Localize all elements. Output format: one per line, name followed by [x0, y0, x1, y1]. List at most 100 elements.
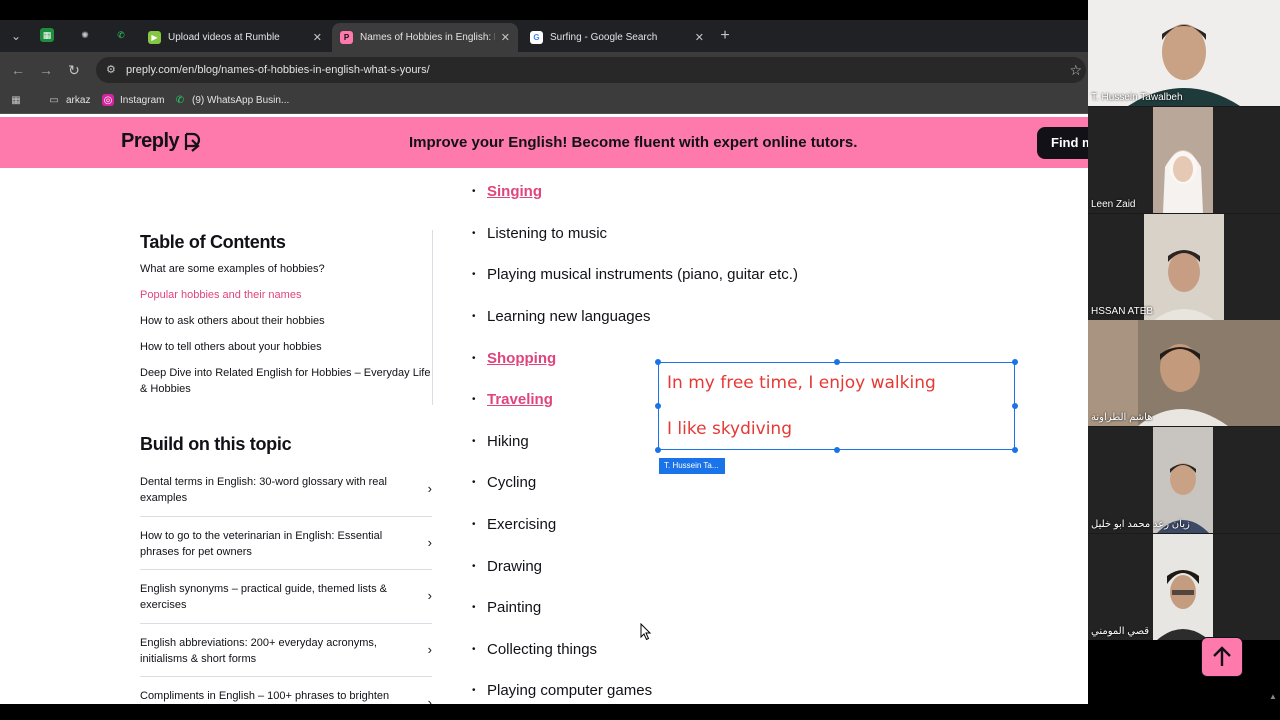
bookmark-star-icon[interactable]: ☆ — [1069, 62, 1082, 79]
table-of-contents: Table of Contents What are some examples… — [140, 232, 432, 407]
tab-rumble[interactable]: ▶ Upload videos at Rumble ✕ — [140, 23, 330, 52]
reload-icon[interactable]: ↻ — [64, 60, 84, 80]
resize-handle[interactable] — [834, 359, 840, 365]
participant-name: T. Hussein Tawalbeh — [1091, 92, 1183, 103]
close-icon[interactable]: ✕ — [313, 31, 322, 44]
preply-logo-mark-icon — [185, 132, 201, 152]
list-item[interactable]: • Singing — [472, 171, 872, 213]
participant-tile[interactable]: HSSAN ATEB — [1088, 214, 1280, 320]
resize-handle[interactable] — [1012, 403, 1018, 409]
banner-message: Improve your English! Become fluent with… — [409, 134, 858, 151]
participant-video — [1153, 107, 1213, 213]
participant-name: Leen Zaid — [1091, 199, 1136, 210]
preply-logo[interactable]: Preply — [121, 130, 201, 153]
chatgpt-icon[interactable]: ✺ — [78, 28, 92, 42]
list-item: • Listening to music — [472, 224, 608, 242]
folder-icon: ▭ — [49, 94, 59, 106]
hobby-link[interactable]: Shopping — [487, 350, 556, 367]
related-article-link[interactable]: English abbreviations: 200+ everyday acr… — [140, 624, 432, 677]
toc-item[interactable]: How to ask others about their hobbies — [140, 313, 432, 329]
toc-item[interactable]: What are some examples of hobbies? — [140, 261, 432, 277]
list-item: • Playing musical instruments (piano, gui… — [472, 266, 798, 284]
apps-icon[interactable]: ▦ — [10, 94, 28, 106]
instagram-icon: ◎ — [102, 94, 114, 106]
preply-icon: P — [340, 31, 353, 44]
participant-tile[interactable]: زيان رعد محمد ابو خليل — [1088, 427, 1280, 533]
new-tab-button[interactable]: + — [715, 26, 735, 46]
participant-video — [1088, 320, 1280, 426]
participant-name: هاشم الطراونة — [1091, 412, 1153, 423]
hobby-link[interactable]: Singing — [487, 183, 542, 200]
site-info-icon[interactable]: ⚙ — [106, 63, 119, 76]
build-on-topic: Build on this topic Dental terms in Engl… — [140, 434, 432, 704]
list-item: • Playing computer games — [472, 682, 653, 700]
video-participants-panel: T. Hussein Tawalbeh Leen Zaid HSSAN ATEB… — [1088, 0, 1280, 640]
build-heading: Build on this topic — [140, 434, 292, 454]
toc-item[interactable]: How to tell others about your hobbies — [140, 339, 432, 355]
resize-handle[interactable] — [1012, 447, 1018, 453]
scrollbar-arrow-icon[interactable]: ▲ — [1269, 692, 1277, 701]
participant-video — [1153, 534, 1213, 640]
toc-divider — [432, 230, 433, 405]
bookmark-arkaz[interactable]: ▭ arkaz — [48, 94, 90, 106]
chevron-right-icon: › — [427, 534, 432, 550]
forward-icon[interactable]: → — [36, 60, 56, 80]
close-icon[interactable]: ✕ — [501, 31, 510, 44]
list-item: • Learning new languages — [472, 308, 651, 326]
toc-item[interactable]: Deep Dive into Related English for Hobbi… — [140, 365, 432, 397]
related-article-link[interactable]: Dental terms in English: 30-word glossar… — [140, 463, 432, 517]
participant-name: زيان رعد محمد ابو خليل — [1091, 519, 1190, 530]
list-item: • Drawing — [472, 557, 543, 575]
annotation-line: In my free time, I enjoy walking — [667, 373, 936, 393]
url-text: preply.com/en/blog/names-of-hobbies-in-e… — [126, 64, 430, 76]
participant-video — [1153, 427, 1213, 533]
whatsapp-icon[interactable]: ✆ — [114, 28, 128, 42]
bookmarks-bar: ▦ ▭ arkaz ◎ Instagram ✆ (9) WhatsApp Bus… — [0, 88, 1088, 114]
participant-tile[interactable]: Leen Zaid — [1088, 107, 1280, 213]
related-article-link[interactable]: How to go to the veterinarian in English… — [140, 517, 432, 570]
resize-handle[interactable] — [655, 403, 661, 409]
find-tutor-button[interactable]: Find my tutor — [1037, 127, 1088, 159]
arrow-up-icon — [1213, 646, 1231, 666]
resize-handle[interactable] — [655, 447, 661, 453]
list-item: • Collecting things — [472, 640, 598, 658]
participant-tile[interactable]: هاشم الطراونة — [1088, 320, 1280, 426]
resize-handle[interactable] — [655, 359, 661, 365]
related-article-link[interactable]: English synonyms – practical guide, them… — [140, 570, 432, 624]
chevron-right-icon: › — [427, 481, 432, 496]
back-icon[interactable]: ← — [8, 60, 28, 80]
promo-banner: Preply Improve your English! Become flue… — [0, 117, 1088, 168]
annotation-line: I like skydiving — [667, 419, 792, 439]
hobby-link[interactable]: Traveling — [487, 391, 553, 408]
participant-tile[interactable]: قصي المومني — [1088, 534, 1280, 640]
bookmark-whatsapp[interactable]: ✆ (9) WhatsApp Busin... — [174, 94, 289, 106]
chevron-right-icon: › — [427, 695, 432, 704]
scroll-to-top-button[interactable] — [1201, 637, 1243, 677]
tab-preply[interactable]: P Names of Hobbies in English: List ✕ — [332, 23, 518, 52]
rumble-icon: ▶ — [148, 31, 161, 44]
google-icon: G — [530, 31, 543, 44]
chevron-right-icon: › — [427, 641, 432, 657]
toc-item-active[interactable]: Popular hobbies and their names — [140, 287, 432, 303]
participant-name: HSSAN ATEB — [1091, 306, 1154, 317]
related-article-link[interactable]: Compliments in English – 100+ phrases to… — [140, 677, 432, 704]
resize-handle[interactable] — [1012, 359, 1018, 365]
annotation-text-box[interactable]: In my free time, I enjoy walking I like … — [655, 359, 1018, 453]
tab-search-button[interactable]: ⌄ — [6, 26, 26, 46]
browser-toolbar: ← → ↻ ⚙ preply.com/en/blog/names-of-hobb… — [0, 52, 1088, 88]
tab-google[interactable]: G Surfing - Google Search ✕ — [522, 23, 712, 52]
participant-tile[interactable]: T. Hussein Tawalbeh — [1088, 0, 1280, 106]
annotation-author-tag: T. Hussein Ta... — [659, 458, 725, 474]
title-bar — [0, 0, 1088, 20]
chevron-right-icon: › — [427, 588, 432, 603]
bookmark-instagram[interactable]: ◎ Instagram — [102, 94, 164, 106]
tab-strip: ⌄ ▦ ✺ ✆ ▶ Upload videos at Rumble ✕ P Na… — [0, 20, 1088, 52]
sheets-icon[interactable]: ▦ — [40, 28, 54, 42]
participant-video — [1088, 0, 1280, 106]
address-bar[interactable]: ⚙ preply.com/en/blog/names-of-hobbies-in… — [96, 57, 1086, 83]
list-item: • Painting — [472, 599, 542, 617]
participant-video — [1144, 214, 1224, 320]
close-icon[interactable]: ✕ — [695, 31, 704, 44]
resize-handle[interactable] — [834, 447, 840, 453]
mouse-cursor-icon — [640, 623, 652, 641]
